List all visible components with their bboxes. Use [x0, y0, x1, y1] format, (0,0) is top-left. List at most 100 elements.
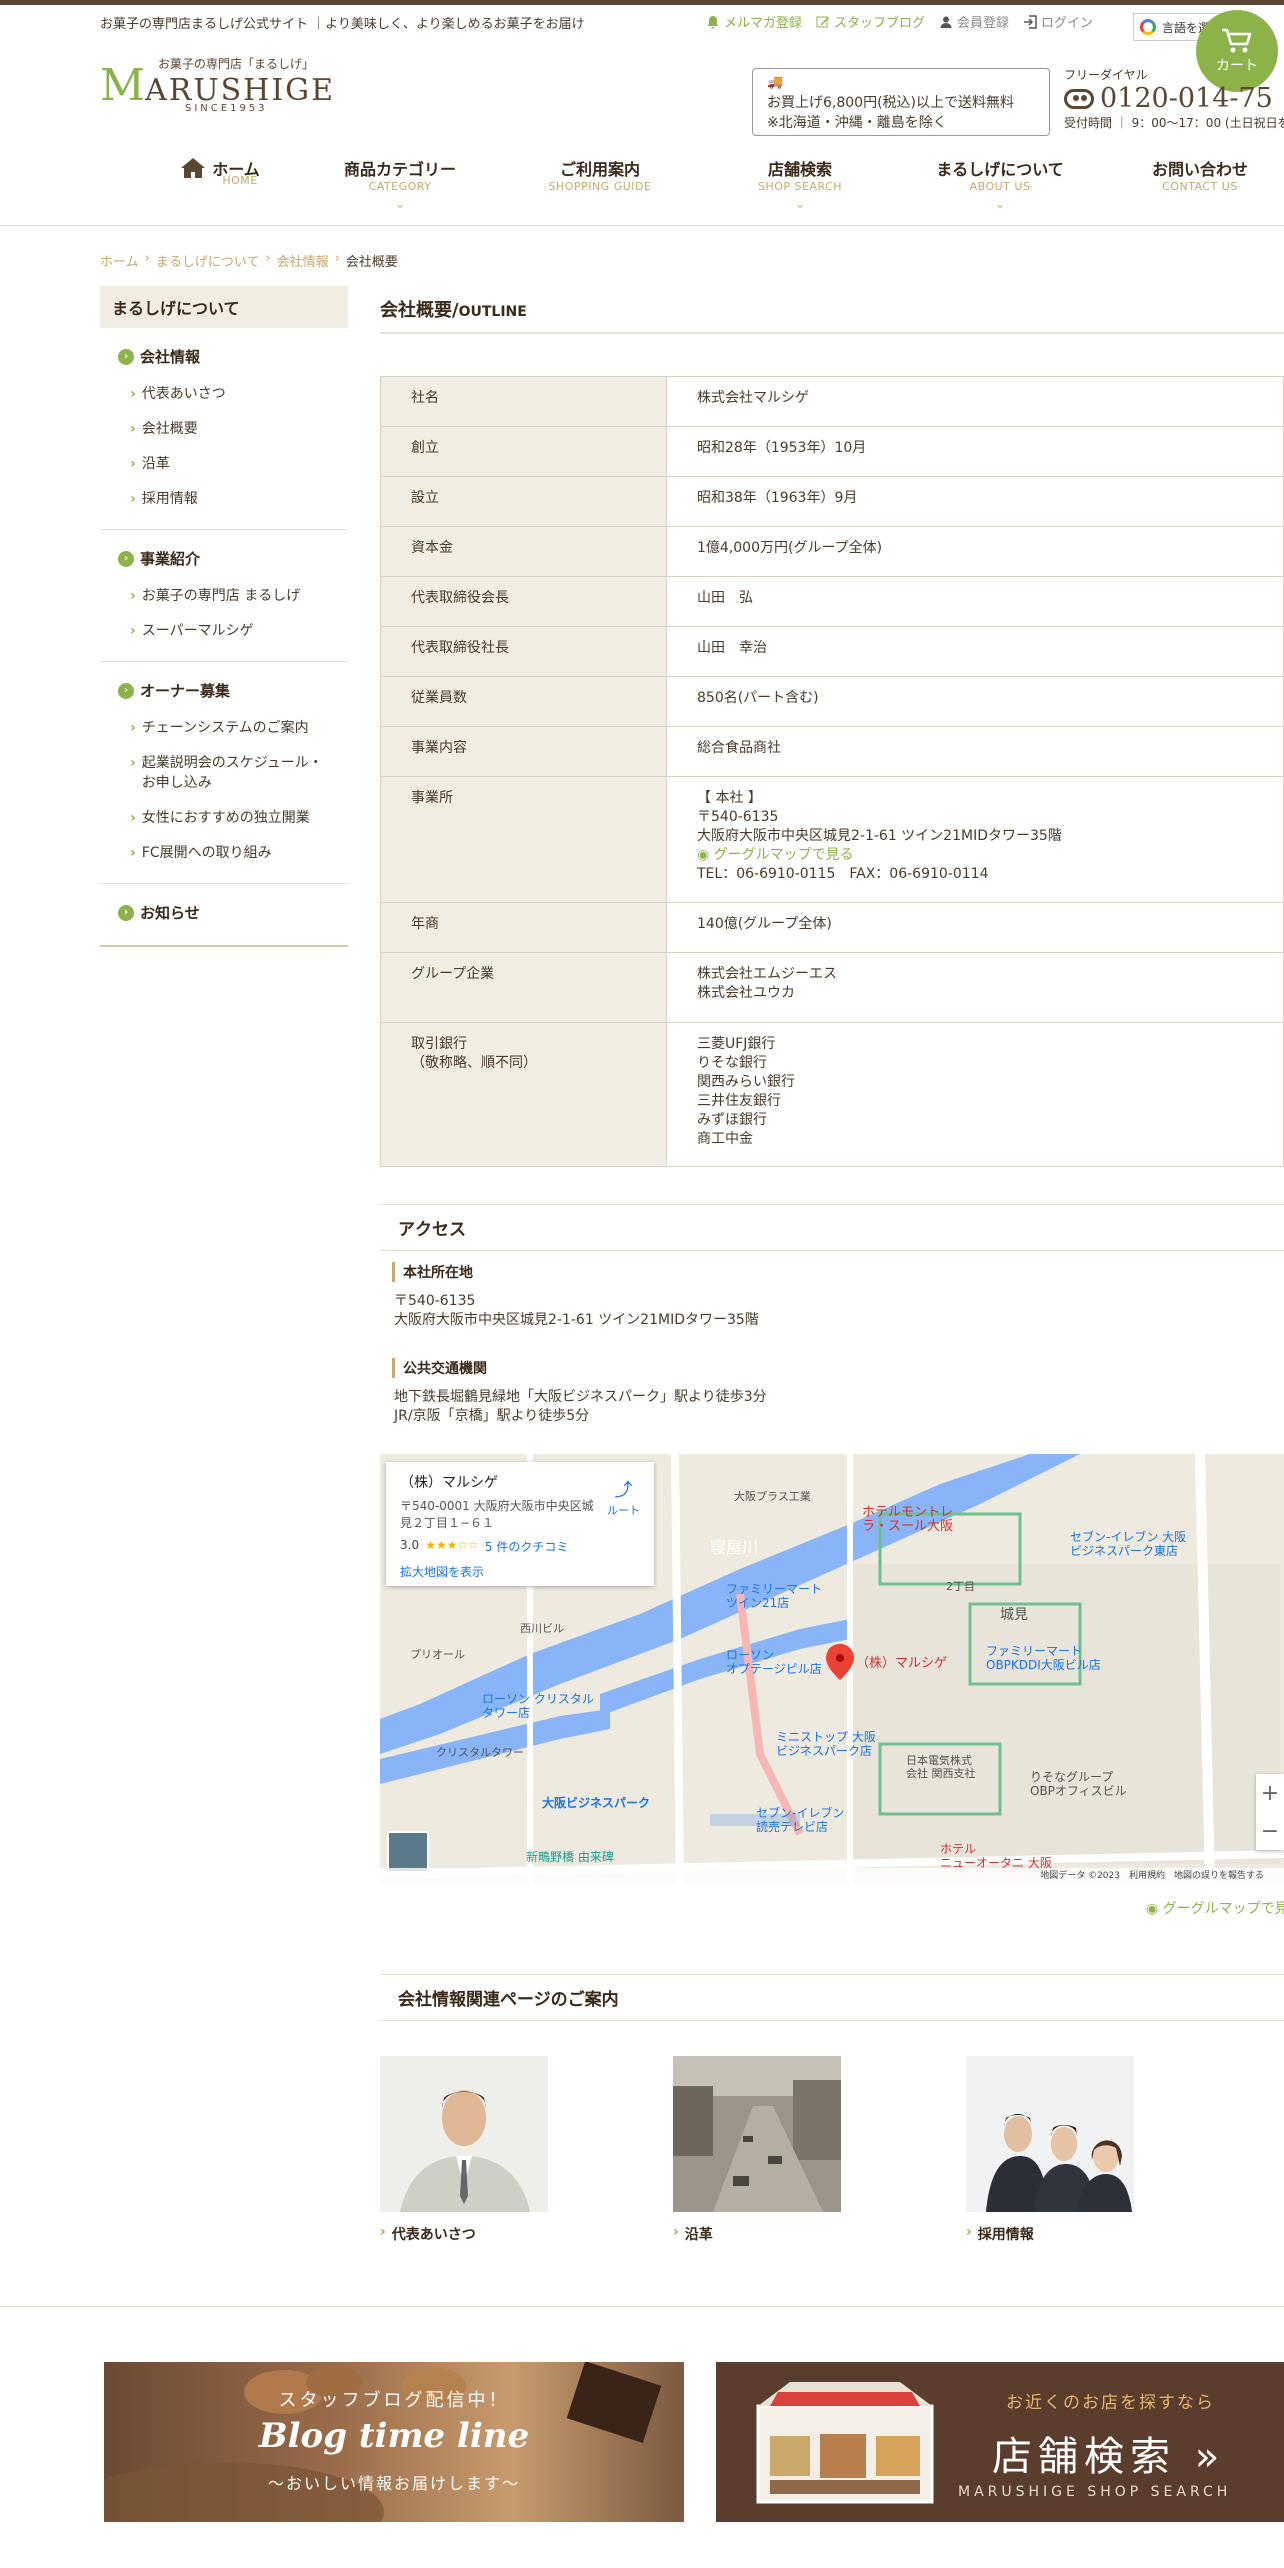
breadcrumb: ホーム › まるしげについて › 会社情報 › 会社概要 — [100, 251, 398, 270]
breadcrumb-separator: › — [334, 251, 340, 266]
map-pin-label: （株）マルシゲ — [856, 1656, 948, 1671]
truck-icon: 🚚 — [767, 75, 784, 90]
breadcrumb-current: 会社概要 — [345, 255, 398, 270]
person-icon — [940, 16, 952, 28]
table-row: 設立 昭和38年（1963年）9月 — [380, 476, 1284, 527]
chevron-right-icon: › — [130, 755, 136, 771]
sidebar-title: まるしげについて — [100, 286, 348, 328]
sidebar-category[interactable]: › オーナー募集 — [118, 680, 348, 701]
nav-home[interactable]: ホーム HOME — [150, 156, 290, 187]
sidebar-item-women[interactable]: › 女性におすすめの独立開業 — [118, 801, 348, 836]
staff-blog-banner[interactable]: スタッフブログ配信中！ Blog time line 〜おいしい情報お届けします… — [104, 2362, 684, 2522]
sidebar: まるしげについて › 会社情報 › 代表あいさつ › 会社概要 › 沿革 › 採用情報 ›… — [100, 286, 348, 947]
header-divider — [0, 225, 1284, 226]
reviews-link[interactable]: 5 件のクチコミ — [485, 1538, 568, 1555]
breadcrumb-separator: › — [144, 251, 150, 266]
google-icon — [1140, 19, 1156, 35]
sidebar-item-sweets-shop[interactable]: › お菓子の専門店 まるしげ — [118, 579, 348, 614]
storefront-illustration — [756, 2382, 934, 2504]
staff-group-image — [966, 2056, 1134, 2212]
sidebar-item-history[interactable]: › 沿革 — [118, 447, 348, 482]
sidebar-group-news: › お知らせ — [100, 884, 348, 947]
pencil-icon — [816, 16, 830, 27]
phone-number[interactable]: 0120-014-75 — [1064, 83, 1284, 114]
breadcrumb-about[interactable]: まるしげについて — [156, 251, 260, 270]
sidebar-category[interactable]: › お知らせ — [118, 902, 348, 923]
zoom-in-button[interactable]: + — [1261, 1781, 1279, 1806]
related-card-greeting[interactable]: › 代表あいさつ — [380, 2056, 548, 2244]
utility-links: メルマガ登録 スタッフブログ 会員登録 ログイン — [706, 12, 1093, 31]
chevron-right-icon: › — [130, 720, 136, 736]
chevron-right-icon: › — [118, 550, 134, 567]
table-row: 代表取締役社長 山田 幸治 — [380, 626, 1284, 677]
table-row: 取引銀行 （敬称略、順不同） 三菱UFJ銀行 りそな銀行 関西みらい銀行 三井住友… — [380, 1022, 1284, 1167]
sidebar-group-business: › 事業紹介 › お菓子の専門店 まるしげ › スーパーマルシゲ — [100, 530, 348, 662]
zoom-out-button[interactable]: − — [1261, 1819, 1279, 1844]
site-logo[interactable]: お菓子の専門店「まるしげ」 MARUSHIGE SINCE1953 — [100, 55, 333, 117]
newsletter-link[interactable]: メルマガ登録 — [706, 12, 802, 31]
table-row: 年商 140億(グループ全体) — [380, 902, 1284, 953]
staff-blog-link[interactable]: スタッフブログ — [816, 12, 925, 31]
table-row: 社名 株式会社マルシゲ — [380, 376, 1284, 427]
nav-category[interactable]: 商品カテゴリー CATEGORY ⌄ — [330, 156, 470, 211]
sidebar-category[interactable]: › 会社情報 — [118, 346, 348, 367]
chevron-right-icon: › — [380, 2224, 386, 2240]
free-dial-icon — [1064, 88, 1094, 109]
nav-shop-search[interactable]: 店舗検索 SHOP SEARCH ⌄ — [730, 156, 870, 211]
president-portrait-image — [380, 2056, 548, 2212]
table-row: 資本金 1億4,000万円(グループ全体) — [380, 526, 1284, 577]
site-tagline: お菓子の専門店まるしげ公式サイト ｜より美味しく、より楽しめるお菓子をお届け — [100, 17, 585, 32]
free-dial: フリーダイヤル 0120-014-75 受付時間 ｜ 9：00〜17：00 (土… — [1064, 66, 1284, 131]
enlarge-map-link[interactable]: 拡大地図を表示 — [400, 1563, 640, 1580]
chevron-right-icon: › — [673, 2224, 679, 2240]
sidebar-group-owner: › オーナー募集 › チェーンシステムのご案内 › 起業説明会のスケジュール・ お申し込… — [100, 662, 348, 884]
chevron-right-icon: › — [118, 904, 134, 921]
route-button[interactable]: ⤴ ルート — [607, 1476, 640, 1518]
sidebar-item-supermarket[interactable]: › スーパーマルシゲ — [118, 614, 348, 649]
nav-shopping-guide[interactable]: ご利用案内 SHOPPING GUIDE — [530, 156, 670, 193]
google-map-link[interactable]: ◉ グーグルマップで見る — [697, 847, 854, 863]
breadcrumb-home[interactable]: ホーム — [100, 251, 139, 270]
shop-search-banner[interactable]: お近くのお店を探すなら 店舗検索 » MARUSHIGE SHOP SEARCH — [716, 2362, 1284, 2522]
register-link[interactable]: 会員登録 — [939, 12, 1009, 31]
sidebar-item-fc[interactable]: › FC展開への取り組み — [118, 836, 348, 871]
nav-contact[interactable]: お問い合わせ CONTACT US — [1130, 156, 1270, 193]
company-outline-table: 社名 株式会社マルシゲ 創立 昭和28年（1953年）10月 設立 昭和38年（196… — [380, 376, 1284, 1167]
historic-street-image — [673, 2056, 841, 2212]
map-zoom-controls: + − — [1256, 1774, 1284, 1850]
login-link[interactable]: ログイン — [1023, 12, 1093, 31]
chevron-down-icon: ⌄ — [994, 197, 1006, 211]
chevron-right-icon: › — [130, 623, 136, 639]
chevron-right-icon: › — [130, 491, 136, 507]
utility-bar: お菓子の専門店まるしげ公式サイト ｜より美味しく、より楽しめるお菓子をお届け メ… — [0, 5, 1284, 41]
rating-stars: ★★★☆☆ — [425, 1538, 479, 1552]
nav-about[interactable]: まるしげについて ABOUT US ⌄ — [920, 156, 1080, 211]
sidebar-item-outline[interactable]: › 会社概要 — [118, 412, 348, 447]
sidebar-item-chain-system[interactable]: › チェーンシステムのご案内 — [118, 711, 348, 746]
table-row: 事業内容 総合食品商社 — [380, 726, 1284, 777]
footer-divider — [0, 2306, 1284, 2307]
chevron-right-icon: › — [130, 386, 136, 402]
embedded-map[interactable]: （株）マルシゲ 〒540-0001 大阪府大阪市中央区城見２丁目１−６１ 3.0… — [380, 1454, 1284, 1884]
global-nav: ホーム HOME 商品カテゴリー CATEGORY ⌄ ご利用案内 SHOPPI… — [0, 150, 1284, 230]
sidebar-item-seminar[interactable]: › 起業説明会のスケジュール・ お申し込み — [118, 746, 348, 801]
chevron-right-icon: › — [118, 682, 134, 699]
directions-icon: ⤴ — [614, 1480, 633, 1501]
map-pin-icon: ◉ — [1146, 1901, 1159, 1917]
table-row: 創立 昭和28年（1953年）10月 — [380, 426, 1284, 477]
sidebar-category[interactable]: › 事業紹介 — [118, 548, 348, 569]
chevron-right-icon: › — [130, 810, 136, 826]
sidebar-item-recruit[interactable]: › 採用情報 — [118, 482, 348, 517]
related-card-history[interactable]: › 沿革 — [673, 2056, 841, 2244]
related-card-recruit[interactable]: › 採用情報 — [966, 2056, 1134, 2244]
map-footer: 地図データ ©2023 利用規約 地図の誤りを報告する — [380, 1868, 1284, 1884]
google-map-link-bottom[interactable]: ◉ グーグルマップで見 — [1146, 1898, 1284, 1918]
bell-icon — [707, 15, 719, 28]
chevron-right-icon: › — [130, 845, 136, 861]
access-heading: アクセス — [380, 1204, 1284, 1251]
hq-address: 〒540-6135 大阪府大阪市中央区城見2-1-61 ツイン21MIDタワー3… — [394, 1293, 759, 1328]
table-row: 事業所 【 本社 】 〒540-6135 大阪府大阪市中央区城見2-1-61 ツ… — [380, 776, 1284, 903]
chevron-down-icon: ⌄ — [394, 197, 406, 211]
sidebar-item-greeting[interactable]: › 代表あいさつ — [118, 377, 348, 412]
breadcrumb-company[interactable]: 会社情報 — [277, 251, 329, 270]
